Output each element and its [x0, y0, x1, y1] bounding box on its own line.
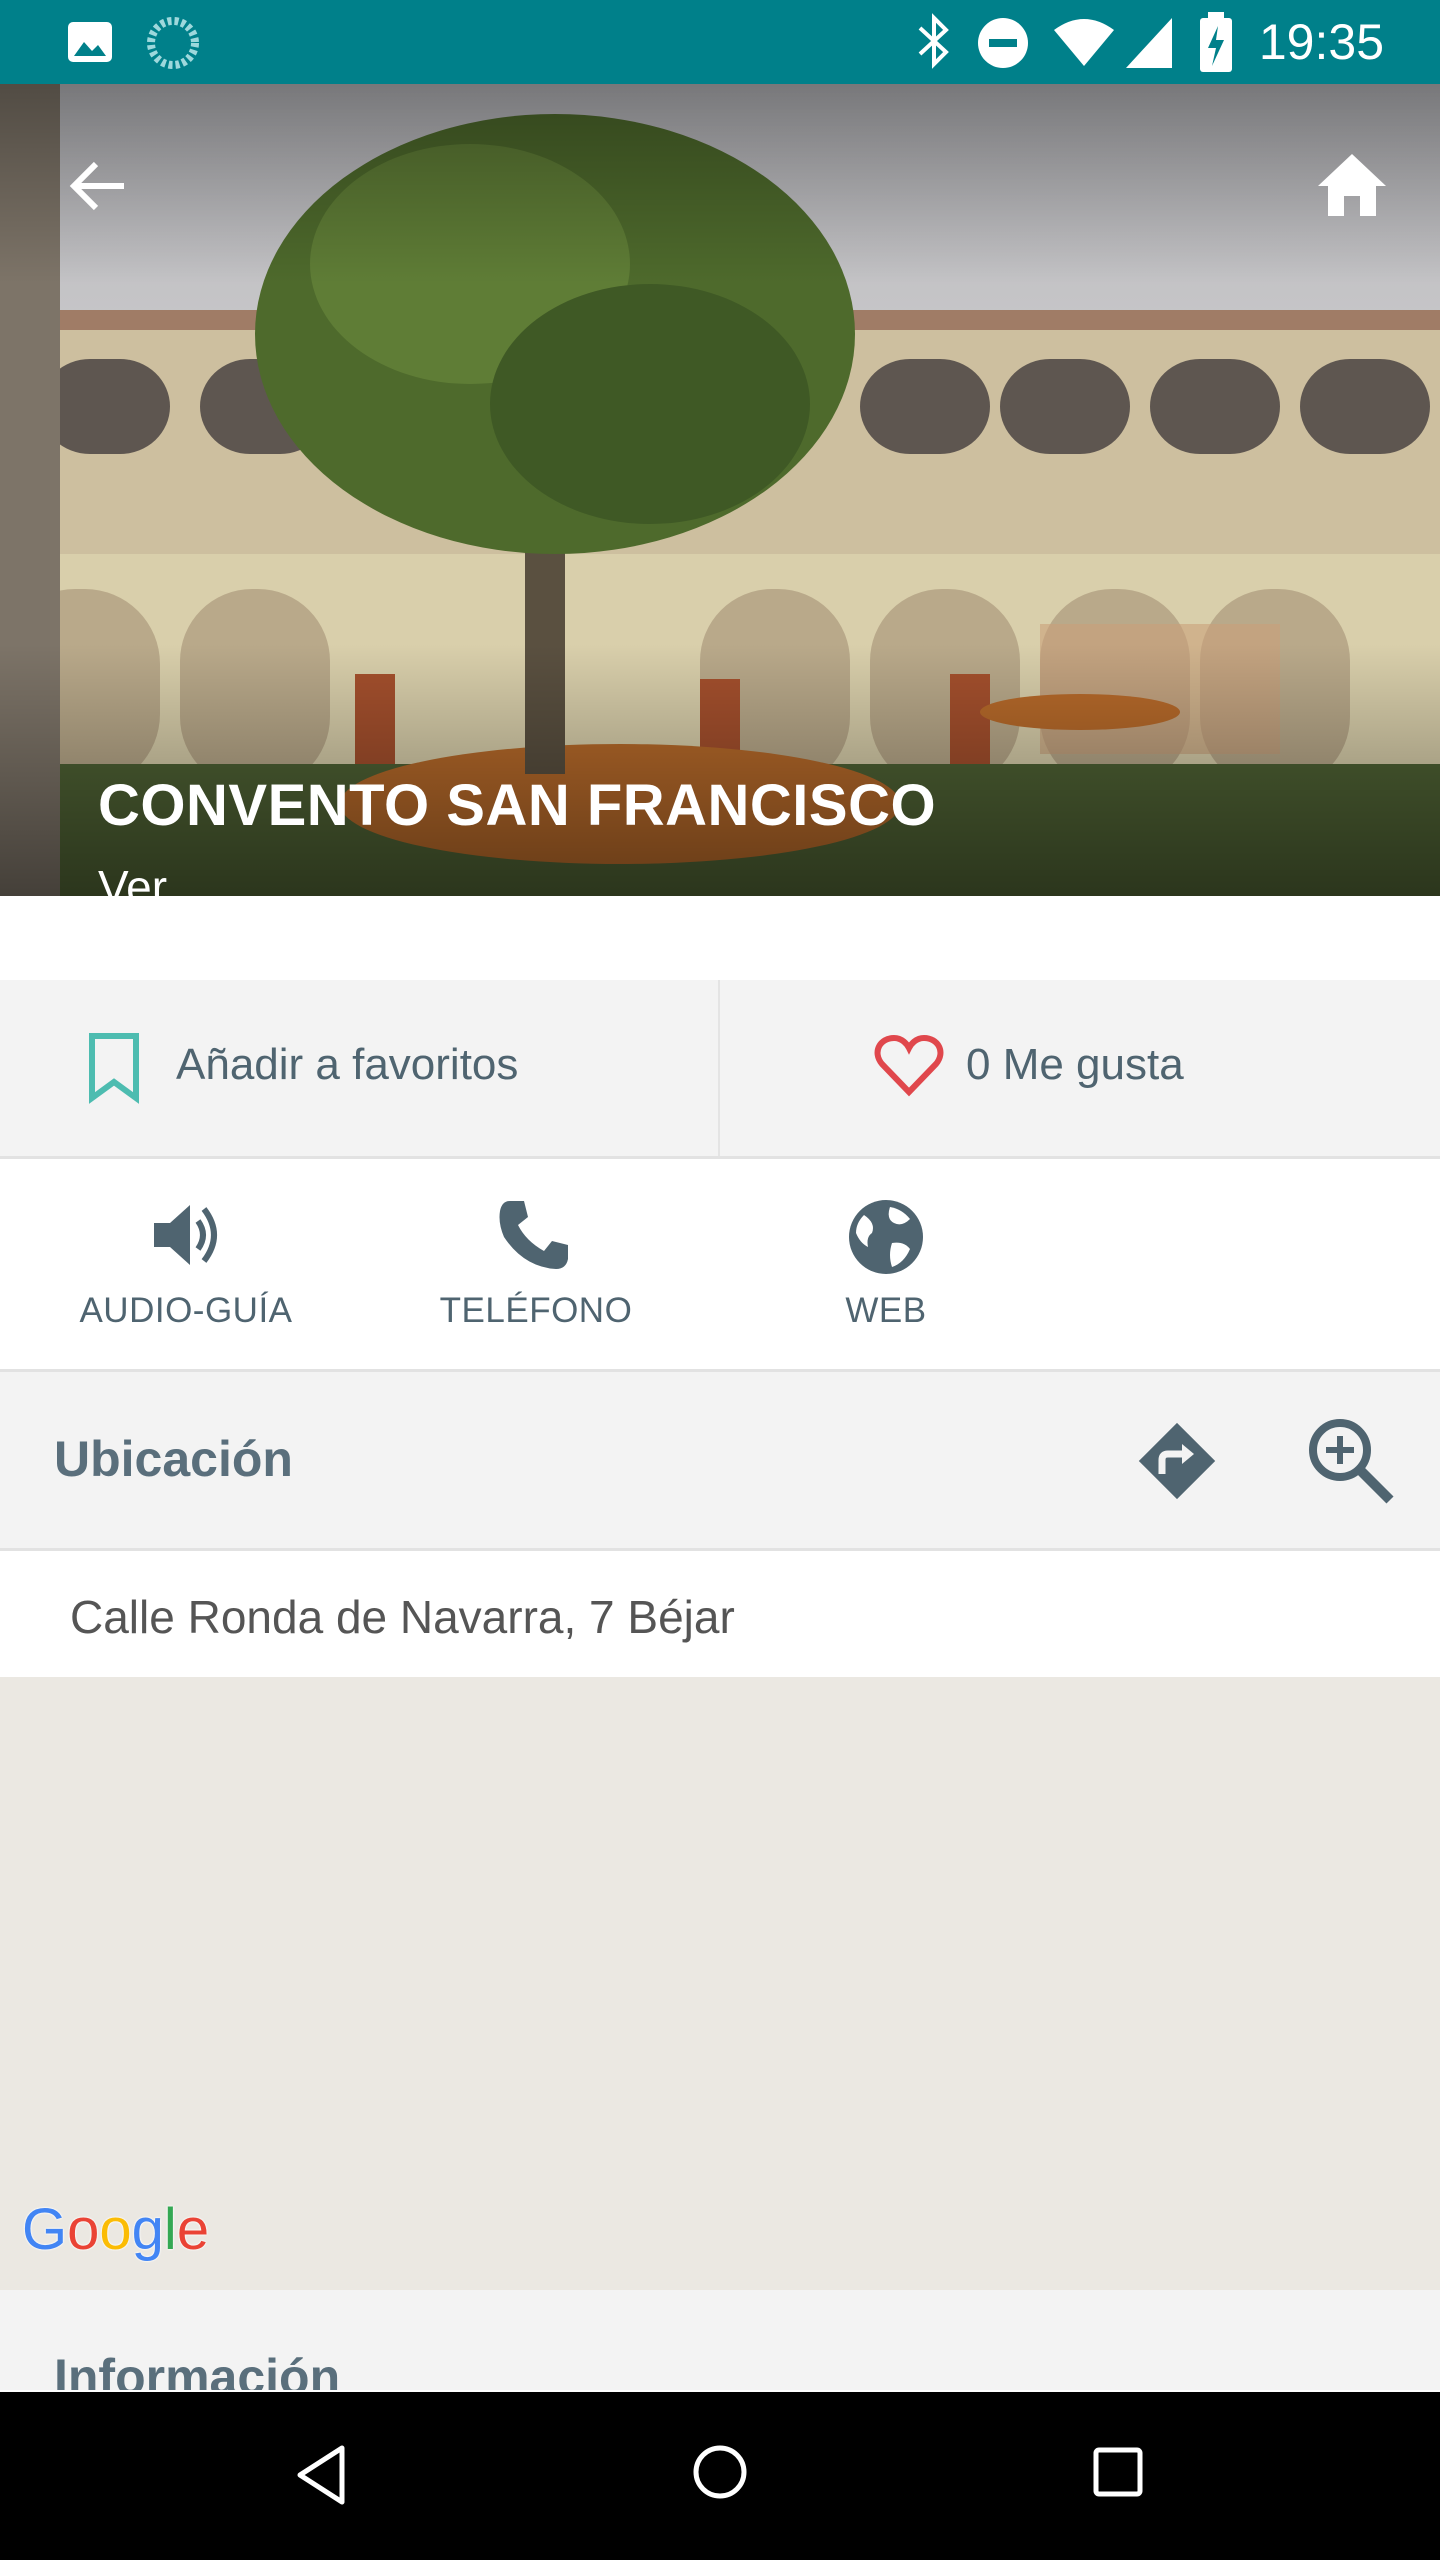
navigation-bar — [0, 2392, 1440, 2560]
map-view[interactable] — [0, 1677, 1440, 2290]
web-label: WEB — [845, 1291, 927, 1330]
hero-image[interactable]: CONVENTO SAN FRANCISCO Ver — [0, 84, 1440, 896]
info-title: Información — [54, 2349, 341, 2390]
add-favorite-label: Añadir a favoritos — [176, 1040, 519, 1089]
clock-time: 19:35 — [1258, 14, 1384, 70]
view-link[interactable]: Ver — [98, 860, 167, 896]
audio-guide-label: AUDIO-GUÍA — [79, 1291, 293, 1330]
info-header: Información — [0, 2290, 1440, 2390]
web-button[interactable]: WEB — [736, 1159, 1036, 1369]
add-favorite-button[interactable]: Añadir a favoritos — [0, 980, 718, 1156]
home-icon[interactable] — [1316, 148, 1388, 220]
bluetooth-icon — [918, 13, 949, 69]
recents-nav-icon[interactable] — [1090, 2444, 1146, 2500]
arrow-back-icon[interactable] — [66, 154, 130, 218]
image-icon — [68, 22, 112, 62]
signal-icon — [1126, 18, 1172, 68]
audio-guide-button[interactable]: AUDIO-GUÍA — [36, 1159, 336, 1369]
quick-actions: AUDIO-GUÍA TELÉFONO WEB — [0, 1159, 1440, 1372]
zoom-in-icon[interactable] — [1304, 1414, 1396, 1506]
google-logo: Google — [22, 2197, 210, 2262]
address-text: Calle Ronda de Navarra, 7 Béjar — [70, 1591, 735, 1643]
battery-charging-icon — [1200, 12, 1232, 72]
phone-button[interactable]: TELÉFONO — [386, 1159, 686, 1369]
status-bar: 19:35 — [0, 0, 1440, 84]
bookmark-icon — [89, 1033, 139, 1104]
phone-label: TELÉFONO — [439, 1291, 633, 1330]
like-count-label: 0 Me gusta — [966, 1040, 1184, 1089]
sync-icon — [147, 17, 199, 69]
globe-icon — [849, 1200, 923, 1274]
heart-icon — [874, 1034, 944, 1097]
actions-row: Añadir a favoritos 0 Me gusta — [0, 980, 1440, 1159]
wifi-icon — [1054, 19, 1114, 66]
phone-icon — [499, 1201, 568, 1269]
back-nav-icon[interactable] — [292, 2440, 352, 2510]
dnd-icon — [978, 18, 1028, 68]
directions-icon[interactable] — [1130, 1414, 1224, 1508]
location-title: Ubicación — [54, 1431, 293, 1487]
volume-icon — [154, 1205, 217, 1265]
like-button[interactable]: 0 Me gusta — [720, 980, 1440, 1156]
place-title: CONVENTO SAN FRANCISCO — [98, 773, 937, 838]
home-nav-icon[interactable] — [690, 2442, 750, 2502]
location-header: Ubicación — [0, 1372, 1440, 1551]
